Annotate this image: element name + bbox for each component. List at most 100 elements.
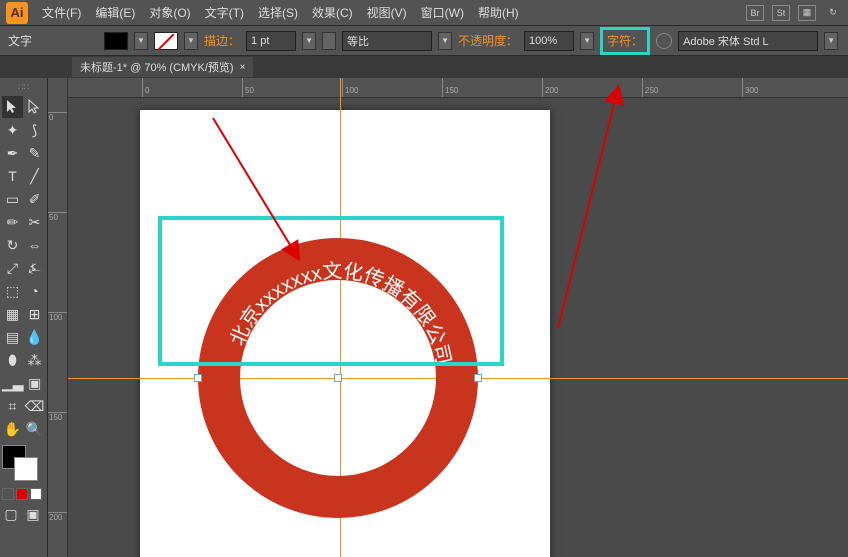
menu-select[interactable]: 选择(S) (252, 2, 304, 23)
shape-builder-tool[interactable]: ◔ (24, 280, 45, 302)
ruler-h-tick: 0 (142, 78, 149, 97)
stroke-dropdown[interactable]: ▼ (184, 32, 198, 50)
fill-swatch[interactable] (104, 32, 128, 50)
scale-select[interactable] (342, 31, 432, 51)
zoom-tool[interactable]: 🔍 (24, 418, 45, 440)
st-icon[interactable]: St (772, 5, 790, 21)
ruler-v-tick: 200 (48, 512, 67, 522)
toolbar-grip[interactable]: ∷∷ (2, 80, 45, 95)
document-tabbar: 未标题-1* @ 70% (CMYK/预览) × (0, 56, 848, 78)
color-mode-row (2, 488, 45, 500)
ruler-horizontal[interactable]: 0 50 100 150 200 250 300 (68, 78, 848, 98)
scissors-tool[interactable]: ✂ (24, 211, 45, 233)
pen-tool[interactable]: ✒ (2, 142, 23, 164)
ruler-v-tick: 50 (48, 212, 67, 222)
seal-object[interactable]: 北京xxxxxxx文化传播有限公司 (198, 238, 478, 518)
rectangle-tool[interactable]: ▭ (2, 188, 23, 210)
menu-window[interactable]: 窗口(W) (415, 2, 470, 23)
screen-mode-icons: ▢ ▣ (2, 505, 45, 523)
stroke-weight-dd[interactable]: ▼ (302, 32, 316, 50)
eraser-tool[interactable]: ⌫ (24, 395, 45, 417)
paintbrush-tool[interactable]: ✐ (24, 188, 45, 210)
menu-effect[interactable]: 效果(C) (306, 2, 359, 23)
ruler-h-tick: 200 (542, 78, 558, 97)
canvas-area[interactable]: 0 50 100 150 200 250 300 北京xxxxxxx文化传播有限… (68, 78, 848, 557)
perspective-tool[interactable]: ▦ (2, 303, 23, 325)
blend-tool[interactable]: ⬮ (2, 349, 23, 371)
slice-tool[interactable]: ⌗ (2, 395, 23, 417)
menu-edit[interactable]: 编辑(E) (89, 2, 141, 23)
color-swatches[interactable] (2, 445, 42, 481)
options-bar: 文字 ▼ ▼ 描边： ▼ ▼ 不透明度： ▼ 字符： ▼ (0, 26, 848, 56)
line-tool[interactable]: ╱ (24, 165, 45, 187)
mesh-tool[interactable]: ⊞ (24, 303, 45, 325)
toolbar: ∷∷ ✦⟆ ✒✎ T╱ ▭✐ ✏✂ ↻⇔ ⤢⍼ ⬚◔ ▦⊞ ▤💧 ⬮⁂ ▁▃▣ … (0, 78, 48, 557)
seal-text: 北京xxxxxxx文化传播有限公司 (226, 260, 454, 367)
menu-type[interactable]: 文字(T) (199, 2, 250, 23)
stroke-label: 描边： (204, 32, 240, 49)
artboard-tool[interactable]: ▣ (25, 372, 45, 394)
document-tab[interactable]: 未标题-1* @ 70% (CMYK/预览) × (72, 57, 253, 77)
opacity-label: 不透明度： (458, 32, 518, 49)
app-logo: Ai (6, 2, 28, 24)
menu-object[interactable]: 对象(O) (143, 2, 196, 23)
direct-selection-tool[interactable] (24, 96, 45, 118)
ruler-vertical[interactable]: 0 50 100 150 200 (48, 78, 68, 557)
reflect-tool[interactable]: ⇔ (24, 234, 45, 256)
stroke-color[interactable] (14, 457, 38, 481)
font-family-input[interactable] (678, 31, 818, 51)
close-icon[interactable]: × (240, 62, 246, 73)
magic-wand-tool[interactable]: ✦ (2, 119, 23, 141)
menu-file[interactable]: 文件(F) (36, 2, 87, 23)
scale-dd[interactable]: ▼ (438, 32, 452, 50)
curvature-tool[interactable]: ✎ (24, 142, 45, 164)
char-highlight: 字符： (600, 27, 650, 55)
char-label[interactable]: 字符： (607, 32, 643, 49)
ruler-h-tick: 250 (642, 78, 658, 97)
menu-right-icons: Br St ▦ ↻ (746, 5, 842, 21)
pencil-tool[interactable]: ✏ (2, 211, 23, 233)
ruler-v-tick: 100 (48, 312, 67, 322)
screen-mode-normal[interactable]: ▢ (2, 505, 20, 523)
screen-mode-full[interactable]: ▣ (24, 505, 42, 523)
mode-none[interactable] (30, 488, 42, 500)
layout-icon[interactable]: ▦ (798, 5, 816, 21)
stroke-swatch[interactable] (154, 32, 178, 50)
br-icon[interactable]: Br (746, 5, 764, 21)
selection-handle[interactable] (194, 374, 202, 382)
brush-dd[interactable] (322, 32, 336, 50)
mode-color[interactable] (2, 488, 14, 500)
opacity-dd[interactable]: ▼ (580, 32, 594, 50)
ruler-h-tick: 300 (742, 78, 758, 97)
document-tab-title: 未标题-1* @ 70% (CMYK/预览) (80, 59, 234, 75)
opacity-input[interactable] (524, 31, 574, 51)
annotation-arrow-right (548, 78, 648, 338)
menu-view[interactable]: 视图(V) (361, 2, 413, 23)
eyedropper-tool[interactable]: 💧 (24, 326, 45, 348)
symbol-sprayer-tool[interactable]: ⁂ (24, 349, 45, 371)
scale-tool[interactable]: ⤢ (2, 257, 23, 279)
font-search-icon[interactable] (656, 33, 672, 49)
workspace: ∷∷ ✦⟆ ✒✎ T╱ ▭✐ ✏✂ ↻⇔ ⤢⍼ ⬚◔ ▦⊞ ▤💧 ⬮⁂ ▁▃▣ … (0, 78, 848, 557)
ruler-v-tick: 150 (48, 412, 67, 422)
context-label: 文字 (8, 32, 32, 49)
gradient-tool[interactable]: ▤ (2, 326, 23, 348)
type-tool[interactable]: T (2, 165, 23, 187)
stroke-weight-input[interactable] (246, 31, 296, 51)
mode-gradient[interactable] (16, 488, 28, 500)
ruler-h-tick: 50 (242, 78, 254, 97)
fill-dropdown[interactable]: ▼ (134, 32, 148, 50)
lasso-tool[interactable]: ⟆ (24, 119, 45, 141)
selection-handle[interactable] (474, 374, 482, 382)
sync-icon[interactable]: ↻ (824, 5, 842, 21)
ruler-h-tick: 150 (442, 78, 458, 97)
width-tool[interactable]: ⍼ (24, 257, 45, 279)
rotate-tool[interactable]: ↻ (2, 234, 23, 256)
column-graph-tool[interactable]: ▁▃ (2, 372, 24, 394)
selection-tool[interactable] (2, 96, 23, 118)
hand-tool[interactable]: ✋ (2, 418, 23, 440)
selection-handle-center[interactable] (334, 374, 342, 382)
menu-help[interactable]: 帮助(H) (472, 2, 525, 23)
font-dd[interactable]: ▼ (824, 32, 838, 50)
free-transform-tool[interactable]: ⬚ (2, 280, 23, 302)
